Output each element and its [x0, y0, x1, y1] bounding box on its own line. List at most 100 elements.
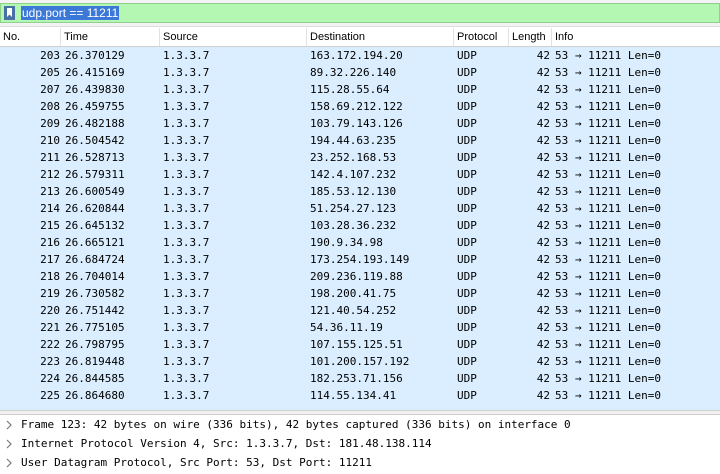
- packet-info: 53 → 11211 Len=0: [555, 168, 661, 181]
- packet-destination: 209.236.119.88: [310, 270, 403, 283]
- packet-row[interactable]: 219 26.730582 1.3.3.7 198.200.41.75 UDP 42 53 …: [0, 285, 720, 302]
- packet-row[interactable]: 217 26.684724 1.3.3.7 173.254.193.149 UDP 42 5…: [0, 251, 720, 268]
- packet-no: 207: [40, 83, 60, 96]
- packet-no: 224: [40, 372, 60, 385]
- packet-source: 1.3.3.7: [163, 202, 210, 215]
- packet-info: 53 → 11211 Len=0: [555, 253, 661, 266]
- packet-row[interactable]: 211 26.528713 1.3.3.7 23.252.168.53 UDP 42 53 …: [0, 149, 720, 166]
- chevron-right-icon[interactable]: [5, 454, 13, 472]
- packet-row[interactable]: 212 26.579311 1.3.3.7 142.4.107.232 UDP 42 53 …: [0, 166, 720, 183]
- packet-row[interactable]: 216 26.665121 1.3.3.7 190.9.34.98 UDP 42 53 → …: [0, 234, 720, 251]
- packet-row[interactable]: 225 26.864680 1.3.3.7 114.55.134.41 UDP 42 53 …: [0, 387, 720, 404]
- packet-row[interactable]: 205 26.415169 1.3.3.7 89.32.226.140 UDP 42 53 …: [0, 64, 720, 81]
- packet-length: 42: [536, 83, 550, 96]
- packet-length: 42: [536, 100, 550, 113]
- packet-destination: 198.200.41.75: [310, 287, 397, 300]
- packet-row[interactable]: 222 26.798795 1.3.3.7 107.155.125.51 UDP 42 53…: [0, 336, 720, 353]
- packet-destination: 194.44.63.235: [310, 134, 397, 147]
- packet-info: 53 → 11211 Len=0: [555, 338, 661, 351]
- column-header-info[interactable]: Info: [552, 28, 720, 46]
- packet-row[interactable]: 214 26.620844 1.3.3.7 51.254.27.123 UDP 42 53 …: [0, 200, 720, 217]
- packet-length: 42: [536, 117, 550, 130]
- packet-no: 218: [40, 270, 60, 283]
- packet-info: 53 → 11211 Len=0: [555, 389, 661, 402]
- display-filter-input[interactable]: udp.port == 11211: [0, 3, 720, 23]
- packet-time: 26.439830: [65, 83, 125, 96]
- packet-protocol: UDP: [457, 117, 477, 130]
- column-header-destination[interactable]: Destination: [307, 28, 454, 46]
- packet-length: 42: [536, 338, 550, 351]
- packet-time: 26.600549: [65, 185, 125, 198]
- packet-source: 1.3.3.7: [163, 134, 210, 147]
- bookmark-icon[interactable]: [4, 6, 15, 20]
- column-header-source[interactable]: Source: [160, 28, 307, 46]
- detail-row-ip[interactable]: Internet Protocol Version 4, Src: 1.3.3.…: [0, 435, 720, 453]
- packet-protocol: UDP: [457, 304, 477, 317]
- packet-destination: 54.36.11.19: [310, 321, 383, 334]
- packet-info: 53 → 11211 Len=0: [555, 236, 661, 249]
- packet-length: 42: [536, 321, 550, 334]
- column-header-length[interactable]: Length: [509, 28, 552, 46]
- packet-destination: 103.79.143.126: [310, 117, 403, 130]
- packet-time: 26.482188: [65, 117, 125, 130]
- packet-no: 212: [40, 168, 60, 181]
- packet-protocol: UDP: [457, 355, 477, 368]
- packet-no: 209: [40, 117, 60, 130]
- packet-row[interactable]: 218 26.704014 1.3.3.7 209.236.119.88 UDP 42 53…: [0, 268, 720, 285]
- packet-row[interactable]: 210 26.504542 1.3.3.7 194.44.63.235 UDP 42 53 …: [0, 132, 720, 149]
- detail-row-frame[interactable]: Frame 123: 42 bytes on wire (336 bits), …: [0, 416, 720, 434]
- column-header-no[interactable]: No.: [0, 28, 61, 46]
- packet-protocol: UDP: [457, 202, 477, 215]
- packet-destination: 23.252.168.53: [310, 151, 397, 164]
- packet-protocol: UDP: [457, 66, 477, 79]
- packet-length: 42: [536, 219, 550, 232]
- packet-protocol: UDP: [457, 270, 477, 283]
- packet-row[interactable]: 203 26.370129 1.3.3.7 163.172.194.20 UDP 42 53…: [0, 47, 720, 64]
- packet-destination: 190.9.34.98: [310, 236, 383, 249]
- packet-destination: 158.69.212.122: [310, 100, 403, 113]
- packet-source: 1.3.3.7: [163, 66, 210, 79]
- column-header-protocol[interactable]: Protocol: [454, 28, 509, 46]
- packet-destination: 185.53.12.130: [310, 185, 397, 198]
- packet-destination: 115.28.55.64: [310, 83, 390, 96]
- detail-row-udp[interactable]: User Datagram Protocol, Src Port: 53, Ds…: [0, 454, 720, 472]
- packet-time: 26.775105: [65, 321, 125, 334]
- packet-protocol: UDP: [457, 83, 477, 96]
- packet-time: 26.645132: [65, 219, 125, 232]
- packet-source: 1.3.3.7: [163, 304, 210, 317]
- packet-length: 42: [536, 151, 550, 164]
- packet-row[interactable]: 223 26.819448 1.3.3.7 101.200.157.192 UDP 42 5…: [0, 353, 720, 370]
- packet-info: 53 → 11211 Len=0: [555, 83, 661, 96]
- packet-row[interactable]: 215 26.645132 1.3.3.7 103.28.36.232 UDP 42 53 …: [0, 217, 720, 234]
- packet-protocol: UDP: [457, 100, 477, 113]
- packet-length: 42: [536, 185, 550, 198]
- packet-source: 1.3.3.7: [163, 168, 210, 181]
- chevron-right-icon[interactable]: [5, 435, 13, 453]
- packet-no: 214: [40, 202, 60, 215]
- packet-source: 1.3.3.7: [163, 117, 210, 130]
- packet-info: 53 → 11211 Len=0: [555, 49, 661, 62]
- packet-info: 53 → 11211 Len=0: [555, 270, 661, 283]
- packet-source: 1.3.3.7: [163, 236, 210, 249]
- packet-row[interactable]: 207 26.439830 1.3.3.7 115.28.55.64 UDP 42 53 →…: [0, 81, 720, 98]
- packet-row[interactable]: 208 26.459755 1.3.3.7 158.69.212.122 UDP 42 53…: [0, 98, 720, 115]
- packet-list[interactable]: 203 26.370129 1.3.3.7 163.172.194.20 UDP 42 53…: [0, 47, 720, 410]
- detail-text: Internet Protocol Version 4, Src: 1.3.3.…: [21, 437, 432, 450]
- packet-no: 225: [40, 389, 60, 402]
- packet-row[interactable]: 213 26.600549 1.3.3.7 185.53.12.130 UDP 42 53 …: [0, 183, 720, 200]
- packet-no: 203: [40, 49, 60, 62]
- packet-info: 53 → 11211 Len=0: [555, 372, 661, 385]
- packet-source: 1.3.3.7: [163, 372, 210, 385]
- chevron-right-icon[interactable]: [5, 416, 13, 434]
- column-header-time[interactable]: Time: [61, 28, 160, 46]
- packet-destination: 51.254.27.123: [310, 202, 397, 215]
- packet-info: 53 → 11211 Len=0: [555, 117, 661, 130]
- packet-length: 42: [536, 389, 550, 402]
- packet-row[interactable]: 224 26.844585 1.3.3.7 182.253.71.156 UDP 42 53…: [0, 370, 720, 387]
- packet-no: 216: [40, 236, 60, 249]
- packet-time: 26.504542: [65, 134, 125, 147]
- packet-protocol: UDP: [457, 134, 477, 147]
- packet-row[interactable]: 220 26.751442 1.3.3.7 121.40.54.252 UDP 42 53 …: [0, 302, 720, 319]
- packet-row[interactable]: 209 26.482188 1.3.3.7 103.79.143.126 UDP 42 53…: [0, 115, 720, 132]
- packet-row[interactable]: 221 26.775105 1.3.3.7 54.36.11.19 UDP 42 53 → …: [0, 319, 720, 336]
